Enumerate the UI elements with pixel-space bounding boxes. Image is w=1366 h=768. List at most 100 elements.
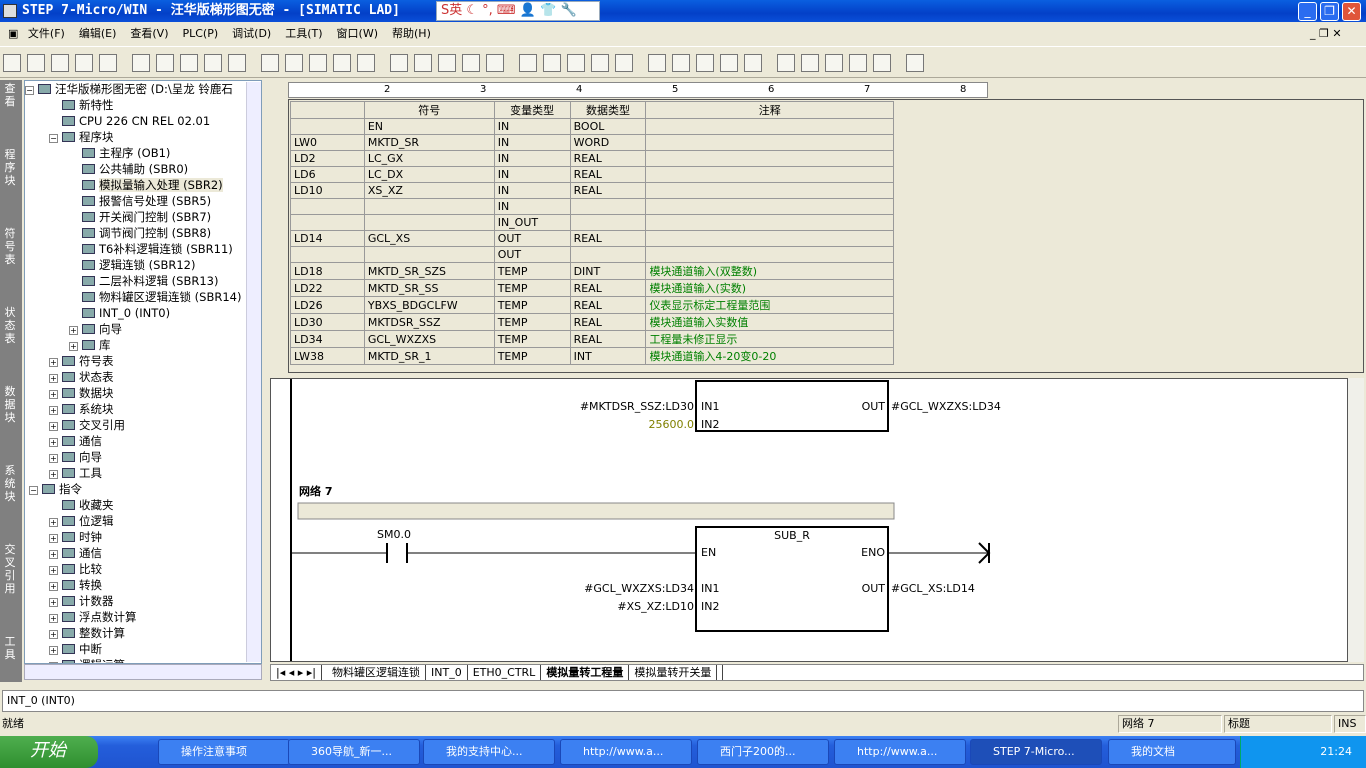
table-row[interactable]: LD14 GCL_XS OUT REAL bbox=[290, 230, 894, 247]
table-row[interactable]: LD6 LC_DX IN REAL bbox=[290, 166, 894, 183]
table-cell[interactable]: 模块通道输入实数值 bbox=[645, 313, 894, 331]
table-cell[interactable]: IN bbox=[493, 166, 571, 183]
table-cell[interactable] bbox=[645, 182, 894, 199]
table-row[interactable]: LD34 GCL_WXZXS TEMP REAL 工程量未修正显示 bbox=[290, 330, 894, 348]
toolbar-button-icon[interactable] bbox=[801, 54, 819, 72]
table-cell[interactable]: INT bbox=[569, 347, 647, 365]
toolbar-button-icon[interactable] bbox=[414, 54, 432, 72]
expand-toggle[interactable]: + bbox=[49, 390, 58, 399]
menu-1[interactable]: 编辑(E) bbox=[79, 22, 117, 46]
expand-toggle[interactable]: + bbox=[49, 646, 58, 655]
expand-toggle[interactable]: + bbox=[49, 614, 58, 623]
tree-vertical-scrollbar[interactable] bbox=[246, 82, 261, 662]
table-cell[interactable] bbox=[290, 246, 365, 263]
tree-item[interactable]: + 通信 bbox=[25, 545, 261, 561]
menu-0[interactable]: 文件(F) bbox=[28, 22, 65, 46]
table-cell[interactable]: REAL bbox=[569, 313, 647, 331]
table-row[interactable]: EN IN BOOL bbox=[290, 118, 894, 135]
tab-2[interactable]: ETH0_CTRL bbox=[468, 665, 542, 680]
tab-1[interactable]: INT_0 bbox=[426, 665, 468, 680]
table-cell[interactable]: 模块通道输入(实数) bbox=[645, 279, 894, 297]
table-cell[interactable]: LD34 bbox=[290, 330, 365, 348]
toolbar-button-icon[interactable] bbox=[309, 54, 327, 72]
tree-item[interactable]: 公共辅助 (SBR0) bbox=[25, 161, 261, 177]
table-cell[interactable]: LD6 bbox=[290, 166, 365, 183]
taskbar-item[interactable]: http://www.a... bbox=[834, 739, 966, 765]
expand-toggle[interactable]: + bbox=[49, 358, 58, 367]
table-cell[interactable]: REAL bbox=[569, 230, 647, 247]
table-cell[interactable]: LD30 bbox=[290, 313, 365, 331]
toolbar-button-icon[interactable] bbox=[390, 54, 408, 72]
table-row[interactable]: IN bbox=[290, 198, 894, 215]
tree-item[interactable]: + 符号表 bbox=[25, 353, 261, 369]
menu-3[interactable]: PLC(P) bbox=[182, 22, 218, 46]
table-cell[interactable] bbox=[290, 198, 365, 215]
toolbar-button-icon[interactable] bbox=[51, 54, 69, 72]
table-cell[interactable]: LC_DX bbox=[363, 166, 495, 183]
toolbar-button-icon[interactable] bbox=[615, 54, 633, 72]
table-cell[interactable]: REAL bbox=[569, 330, 647, 348]
toolbar-button-icon[interactable] bbox=[591, 54, 609, 72]
menu-4[interactable]: 调试(D) bbox=[232, 22, 271, 46]
expand-toggle[interactable]: + bbox=[49, 598, 58, 607]
table-cell[interactable]: IN bbox=[493, 198, 571, 215]
toolbar-button-icon[interactable] bbox=[720, 54, 738, 72]
toolbar-button-icon[interactable] bbox=[99, 54, 117, 72]
table-cell[interactable]: LD18 bbox=[290, 262, 365, 280]
tree-item[interactable]: + 比较 bbox=[25, 561, 261, 577]
expand-toggle[interactable]: + bbox=[69, 326, 78, 335]
tree-item[interactable]: + 交叉引用 bbox=[25, 417, 261, 433]
table-cell[interactable] bbox=[569, 214, 647, 231]
table-cell[interactable]: MKTD_SR_SS bbox=[363, 279, 495, 297]
taskbar-item[interactable]: STEP 7-Micro... bbox=[970, 739, 1102, 765]
toolbar-button-icon[interactable] bbox=[261, 54, 279, 72]
expand-toggle[interactable]: + bbox=[49, 454, 58, 463]
toolbar-button-icon[interactable] bbox=[825, 54, 843, 72]
toolbar-button-icon[interactable] bbox=[438, 54, 456, 72]
expand-toggle[interactable]: − bbox=[49, 134, 58, 143]
tree-item[interactable]: 物料罐区逻辑连锁 (SBR14) bbox=[25, 289, 261, 305]
tab-4[interactable]: 模拟量转开关量 bbox=[629, 665, 718, 680]
expand-toggle[interactable]: + bbox=[49, 374, 58, 383]
tree-item[interactable]: +逻辑运算 bbox=[25, 657, 261, 663]
nav-4[interactable]: 数据块 bbox=[0, 385, 20, 424]
table-cell[interactable] bbox=[569, 246, 647, 263]
expand-toggle[interactable]: + bbox=[49, 518, 58, 527]
table-cell[interactable]: 模块通道输入(双整数) bbox=[645, 262, 894, 280]
table-cell[interactable] bbox=[645, 166, 894, 183]
toolbar-button-icon[interactable] bbox=[357, 54, 375, 72]
start-button[interactable]: 开始 bbox=[0, 736, 98, 768]
ladder-editor[interactable]: #MKTDSR_SSZ:LD30 IN1 25600.0 IN2 OUT #GC… bbox=[270, 378, 1348, 662]
table-row[interactable]: LD22 MKTD_SR_SS TEMP REAL 模块通道输入(实数) bbox=[290, 279, 894, 297]
table-cell[interactable] bbox=[645, 246, 894, 263]
table-cell[interactable]: GCL_XS bbox=[363, 230, 495, 247]
nav-7[interactable]: 工具 bbox=[0, 635, 20, 661]
table-cell[interactable] bbox=[290, 214, 365, 231]
expand-toggle[interactable]: + bbox=[49, 582, 58, 591]
nav-3[interactable]: 状态表 bbox=[0, 306, 20, 345]
toolbar-button-icon[interactable] bbox=[486, 54, 504, 72]
table-cell[interactable]: TEMP bbox=[493, 313, 571, 331]
table-cell[interactable]: LW0 bbox=[290, 134, 365, 151]
table-cell[interactable]: DINT bbox=[569, 262, 647, 280]
table-cell[interactable]: REAL bbox=[569, 279, 647, 297]
menu-6[interactable]: 窗口(W) bbox=[337, 22, 378, 46]
toolbar-button-icon[interactable] bbox=[744, 54, 762, 72]
table-cell[interactable]: LD2 bbox=[290, 150, 365, 167]
table-cell[interactable]: REAL bbox=[569, 166, 647, 183]
table-cell[interactable]: GCL_WXZXS bbox=[363, 330, 495, 348]
mdi-controls[interactable]: _ ❐ ✕ bbox=[1310, 22, 1342, 46]
table-cell[interactable]: YBXS_BDGCLFW bbox=[363, 296, 495, 314]
table-row[interactable]: LD2 LC_GX IN REAL bbox=[290, 150, 894, 167]
toolbar-button-icon[interactable] bbox=[27, 54, 45, 72]
tree-item[interactable]: + 数据块 bbox=[25, 385, 261, 401]
toolbar-button-icon[interactable] bbox=[132, 54, 150, 72]
tree-item[interactable]: 模拟量输入处理 (SBR2) bbox=[25, 177, 261, 193]
nav-6[interactable]: 交叉引用 bbox=[0, 543, 20, 595]
output-window[interactable]: INT_0 (INT0) bbox=[2, 690, 1364, 712]
toolbar-button-icon[interactable] bbox=[648, 54, 666, 72]
tree-item[interactable]: + 库 bbox=[25, 337, 261, 353]
tree-item[interactable]: 调节阀门控制 (SBR8) bbox=[25, 225, 261, 241]
taskbar-item[interactable]: 360导航_新一... bbox=[288, 739, 420, 765]
toolbar-button-icon[interactable] bbox=[696, 54, 714, 72]
